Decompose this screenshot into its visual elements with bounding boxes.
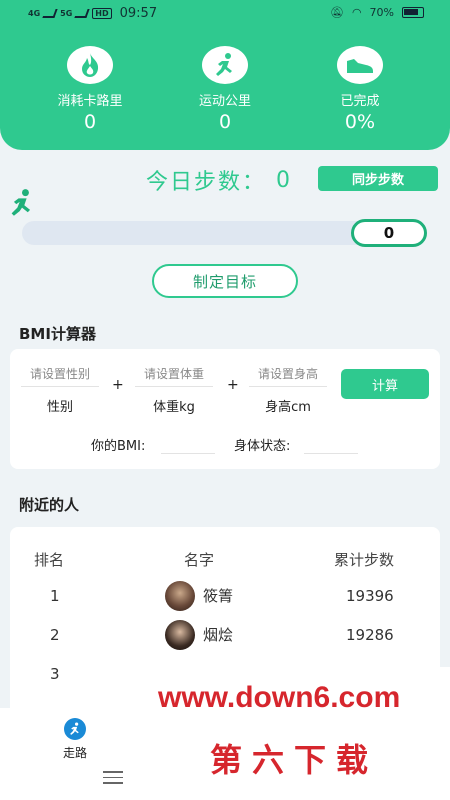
sync-steps-button[interactable]: 同步步数 (318, 166, 438, 191)
wifi-icon: ◠ (351, 6, 362, 19)
calculate-button[interactable]: 计算 (341, 369, 429, 399)
today-steps: 今日步数： 0 (146, 164, 290, 196)
height-field[interactable]: 请设置身高 身高cm (249, 365, 327, 415)
nav-walk-label: 走路 (62, 746, 87, 760)
network-label-b: 5G (60, 9, 73, 18)
row-name: 烟烩 (203, 626, 234, 644)
gender-field[interactable]: 请设置性别 性别 (21, 365, 99, 415)
stat-label: 已完成 (340, 94, 380, 109)
battery-icon (402, 7, 424, 18)
stat-label: 消耗卡路里 (57, 94, 123, 109)
gender-label: 性别 (46, 400, 73, 415)
nearby-section-title: 附近的人 (19, 496, 80, 514)
table-row[interactable]: 2 烟烩 19286 (10, 618, 440, 652)
fire-icon (67, 46, 113, 84)
status-bar: 4G 5G HD 09:57 🔕︎ ◠ 70% (0, 0, 450, 28)
stat-value: 0 (218, 111, 232, 133)
header-panel: 4G 5G HD 09:57 🔕︎ ◠ 70% 消耗卡路里 0 运动公里 0 已… (0, 0, 450, 150)
watermark-url: www.down6.com (158, 681, 401, 714)
bmi-result-value (161, 453, 215, 454)
walk-icon (64, 718, 86, 740)
bmi-card: 请设置性别 性别 + 请设置体重 体重kg + 请设置身高 身高cm 计算 你的… (10, 349, 440, 469)
shoe-icon (337, 46, 383, 84)
set-goal-button[interactable]: 制定目标 (152, 264, 298, 298)
column-header-name: 名字 (184, 551, 215, 569)
table-row[interactable]: 1 筱箐 19396 (10, 579, 440, 613)
watermark-text: 第六下载 (210, 741, 379, 779)
avatar (165, 581, 195, 611)
watermark: www.down6.com 第六下载 (134, 667, 450, 800)
network-label-a: 4G (28, 9, 41, 18)
runner-icon (202, 46, 248, 84)
stat-calories: 消耗卡路里 0 (35, 46, 145, 133)
signal-icon (42, 9, 58, 18)
signal-icon (74, 9, 90, 18)
menu-icon[interactable] (103, 771, 123, 788)
stat-value: 0 (83, 111, 97, 133)
avatar (165, 620, 195, 650)
battery-percent: 70% (369, 6, 394, 19)
bmi-section-title: BMI计算器 (19, 325, 96, 343)
nav-walk-tab[interactable]: 走路 (58, 718, 92, 761)
plus-sign: + (112, 377, 124, 393)
clock: 09:57 (119, 6, 158, 21)
plus-sign: + (227, 377, 239, 393)
height-placeholder[interactable]: 请设置身高 (249, 365, 327, 387)
column-header-steps: 累计步数 (334, 551, 395, 569)
mute-icon: 🔕︎ (329, 6, 344, 19)
body-status-value (304, 453, 358, 454)
row-steps: 19396 (346, 587, 394, 605)
gender-placeholder[interactable]: 请设置性别 (21, 365, 99, 387)
row-rank: 1 (50, 587, 60, 605)
stat-label: 运动公里 (198, 94, 251, 109)
runner-progress-icon (6, 188, 38, 222)
row-rank: 2 (50, 626, 60, 644)
hd-badge: HD (92, 8, 112, 19)
stat-value: 0% (344, 111, 376, 133)
progress-value-bubble: 0 (351, 219, 427, 247)
column-header-rank: 排名 (34, 551, 65, 569)
weight-placeholder[interactable]: 请设置体重 (135, 365, 213, 387)
weight-field[interactable]: 请设置体重 体重kg (135, 365, 213, 415)
row-rank: 3 (50, 665, 60, 683)
height-label: 身高cm (265, 400, 311, 415)
steps-value: 0 (276, 167, 291, 193)
row-steps: 19286 (346, 626, 394, 644)
row-name: 筱箐 (203, 587, 234, 605)
bmi-result-label: 你的BMI: (91, 439, 146, 454)
stat-completed: 已完成 0% (305, 46, 415, 133)
stat-kilometers: 运动公里 0 (170, 46, 280, 133)
weight-label: 体重kg (153, 400, 195, 415)
steps-title: 今日步数： (146, 170, 267, 195)
body-status-label: 身体状态: (234, 439, 291, 454)
